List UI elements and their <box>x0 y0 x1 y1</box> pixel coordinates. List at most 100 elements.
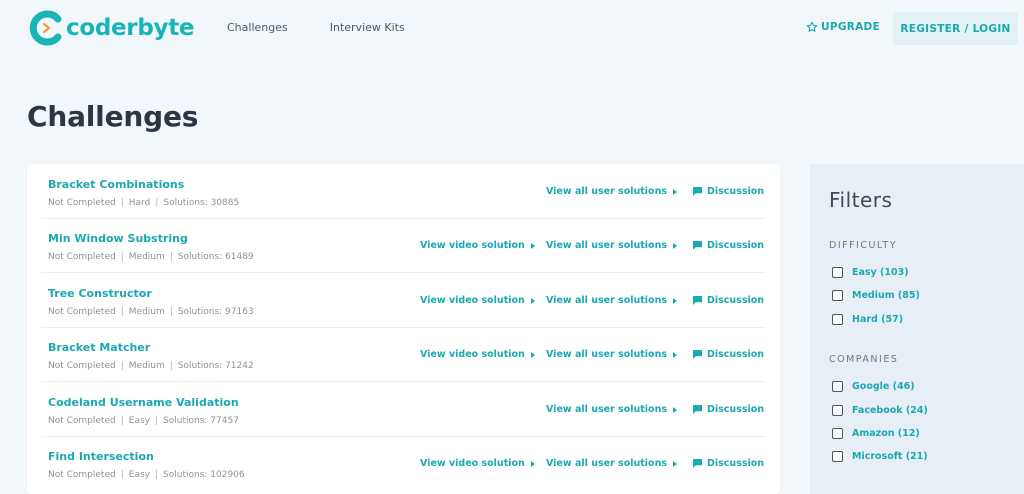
challenge-status: Not Completed <box>48 416 116 426</box>
challenge-solutions: Solutions: 30885 <box>163 198 240 208</box>
meta-separator: | <box>120 252 124 262</box>
filter-label: Hard (57) <box>852 314 904 325</box>
filter-medium[interactable]: Medium (85) <box>832 290 920 301</box>
register-login-button[interactable]: REGISTER / LOGIN <box>893 12 1018 45</box>
view-user-solutions-link[interactable]: View all user solutions <box>546 186 677 197</box>
discussion-label: Discussion <box>707 186 765 197</box>
view-video-solution-link[interactable]: View video solution <box>420 458 535 469</box>
challenge-difficulty: Easy <box>128 470 150 480</box>
discussion-link[interactable]: Discussion <box>693 404 764 415</box>
challenge-meta: Not Completed | Medium | Solutions: 61489 <box>48 252 254 262</box>
challenge-row: Min Window Substring Not Completed | Mediu… <box>41 218 765 273</box>
view-user-solutions-link[interactable]: View all user solutions <box>546 404 677 415</box>
upgrade-label: UPGRADE <box>821 21 881 33</box>
caret-right-icon <box>530 460 535 467</box>
checkbox[interactable] <box>832 428 843 439</box>
discussion-label: Discussion <box>707 295 765 306</box>
view-user-solutions-link[interactable]: View all user solutions <box>546 349 677 360</box>
filter-label: Amazon (12) <box>852 428 920 439</box>
challenge-title[interactable]: Bracket Combinations <box>48 178 184 191</box>
filter-label: Facebook (24) <box>852 405 928 416</box>
filter-microsoft[interactable]: Microsoft (21) <box>832 451 928 462</box>
challenge-row: Bracket Combinations Not Completed | Hard |… <box>41 164 765 219</box>
discussion-label: Discussion <box>707 404 765 415</box>
challenge-title[interactable]: Min Window Substring <box>48 232 188 245</box>
discussion-label: Discussion <box>707 240 765 251</box>
user-solutions-label: View all user solutions <box>546 349 667 360</box>
filter-facebook[interactable]: Facebook (24) <box>832 405 928 416</box>
upgrade-link[interactable]: UPGRADE <box>806 21 880 33</box>
nav-challenges[interactable]: Challenges <box>227 21 288 34</box>
challenge-meta: Not Completed | Hard | Solutions: 30885 <box>48 198 239 208</box>
view-user-solutions-link[interactable]: View all user solutions <box>546 458 677 469</box>
checkbox[interactable] <box>832 381 843 392</box>
discussion-link[interactable]: Discussion <box>693 186 764 197</box>
checkbox[interactable] <box>832 451 843 462</box>
filter-amazon[interactable]: Amazon (12) <box>832 428 920 439</box>
filter-label: Google (46) <box>852 381 915 392</box>
checkbox[interactable] <box>832 405 843 416</box>
discussion-link[interactable]: Discussion <box>693 295 764 306</box>
meta-separator: | <box>120 307 124 317</box>
challenge-title[interactable]: Find Intersection <box>48 450 154 463</box>
coderbyte-logo[interactable]: coderbyte <box>28 8 195 48</box>
filters-title: Filters <box>829 188 893 212</box>
caret-right-icon <box>530 297 535 304</box>
caret-right-icon <box>673 460 677 467</box>
challenge-solutions: Solutions: 61489 <box>177 252 254 262</box>
meta-separator: | <box>169 307 173 317</box>
challenge-meta: Not Completed | Easy | Solutions: 77457 <box>48 416 239 426</box>
discussion-link[interactable]: Discussion <box>693 240 764 251</box>
chat-bubble-icon <box>693 459 702 468</box>
challenge-difficulty: Hard <box>128 198 151 208</box>
view-video-solution-link[interactable]: View video solution <box>420 349 535 360</box>
user-solutions-label: View all user solutions <box>546 404 667 415</box>
caret-right-icon <box>530 351 535 358</box>
challenge-difficulty: Medium <box>128 307 165 317</box>
challenge-status: Not Completed <box>48 361 116 371</box>
view-user-solutions-link[interactable]: View all user solutions <box>546 240 677 251</box>
meta-separator: | <box>154 470 159 480</box>
view-video-solution-link[interactable]: View video solution <box>420 295 535 306</box>
filter-easy[interactable]: Easy (103) <box>832 267 909 278</box>
challenge-row: Find Intersection Not Completed | Easy | Sol… <box>41 436 765 490</box>
video-solution-label: View video solution <box>420 458 525 469</box>
challenge-title[interactable]: Codeland Username Validation <box>48 396 239 409</box>
challenge-list: Bracket Combinations Not Completed | Hard |… <box>27 164 780 494</box>
discussion-link[interactable]: Discussion <box>693 349 764 360</box>
challenge-meta: Not Completed | Easy | Solutions: 102906 <box>48 470 245 480</box>
checkbox[interactable] <box>832 314 843 325</box>
challenge-status: Not Completed <box>48 198 116 208</box>
challenge-difficulty: Medium <box>128 361 165 371</box>
filter-label: Microsoft (21) <box>852 451 928 462</box>
user-solutions-label: View all user solutions <box>546 295 667 306</box>
meta-separator: | <box>120 470 124 480</box>
view-user-solutions-link[interactable]: View all user solutions <box>546 295 677 306</box>
challenge-title[interactable]: Bracket Matcher <box>48 341 150 354</box>
discussion-label: Discussion <box>707 349 765 360</box>
video-solution-label: View video solution <box>420 240 525 251</box>
challenge-row: Codeland Username Validation Not Complet… <box>41 382 765 437</box>
chat-bubble-icon <box>693 241 702 250</box>
checkbox[interactable] <box>832 267 843 278</box>
difficulty-section-label: DIFFICULTY <box>829 240 898 251</box>
challenge-solutions: Solutions: 77457 <box>163 416 239 426</box>
filter-label: Medium (85) <box>852 290 920 301</box>
chat-bubble-icon <box>693 187 702 196</box>
view-video-solution-link[interactable]: View video solution <box>420 240 535 251</box>
user-solutions-label: View all user solutions <box>546 240 667 251</box>
nav-interview-kits[interactable]: Interview Kits <box>330 21 405 34</box>
star-icon <box>806 21 818 32</box>
chat-bubble-icon <box>693 350 702 359</box>
caret-right-icon <box>673 406 677 413</box>
logo-text: coderbyte <box>66 15 195 41</box>
discussion-link[interactable]: Discussion <box>693 458 764 469</box>
companies-section-label: COMPANIES <box>829 354 899 365</box>
caret-right-icon <box>673 351 677 358</box>
challenge-row: Bracket Matcher Not Completed | Medium | Sol… <box>41 327 765 382</box>
filter-hard[interactable]: Hard (57) <box>832 314 903 325</box>
filter-google[interactable]: Google (46) <box>832 381 915 392</box>
checkbox[interactable] <box>832 290 843 301</box>
challenge-title[interactable]: Tree Constructor <box>48 287 152 300</box>
meta-separator: | <box>169 252 173 262</box>
